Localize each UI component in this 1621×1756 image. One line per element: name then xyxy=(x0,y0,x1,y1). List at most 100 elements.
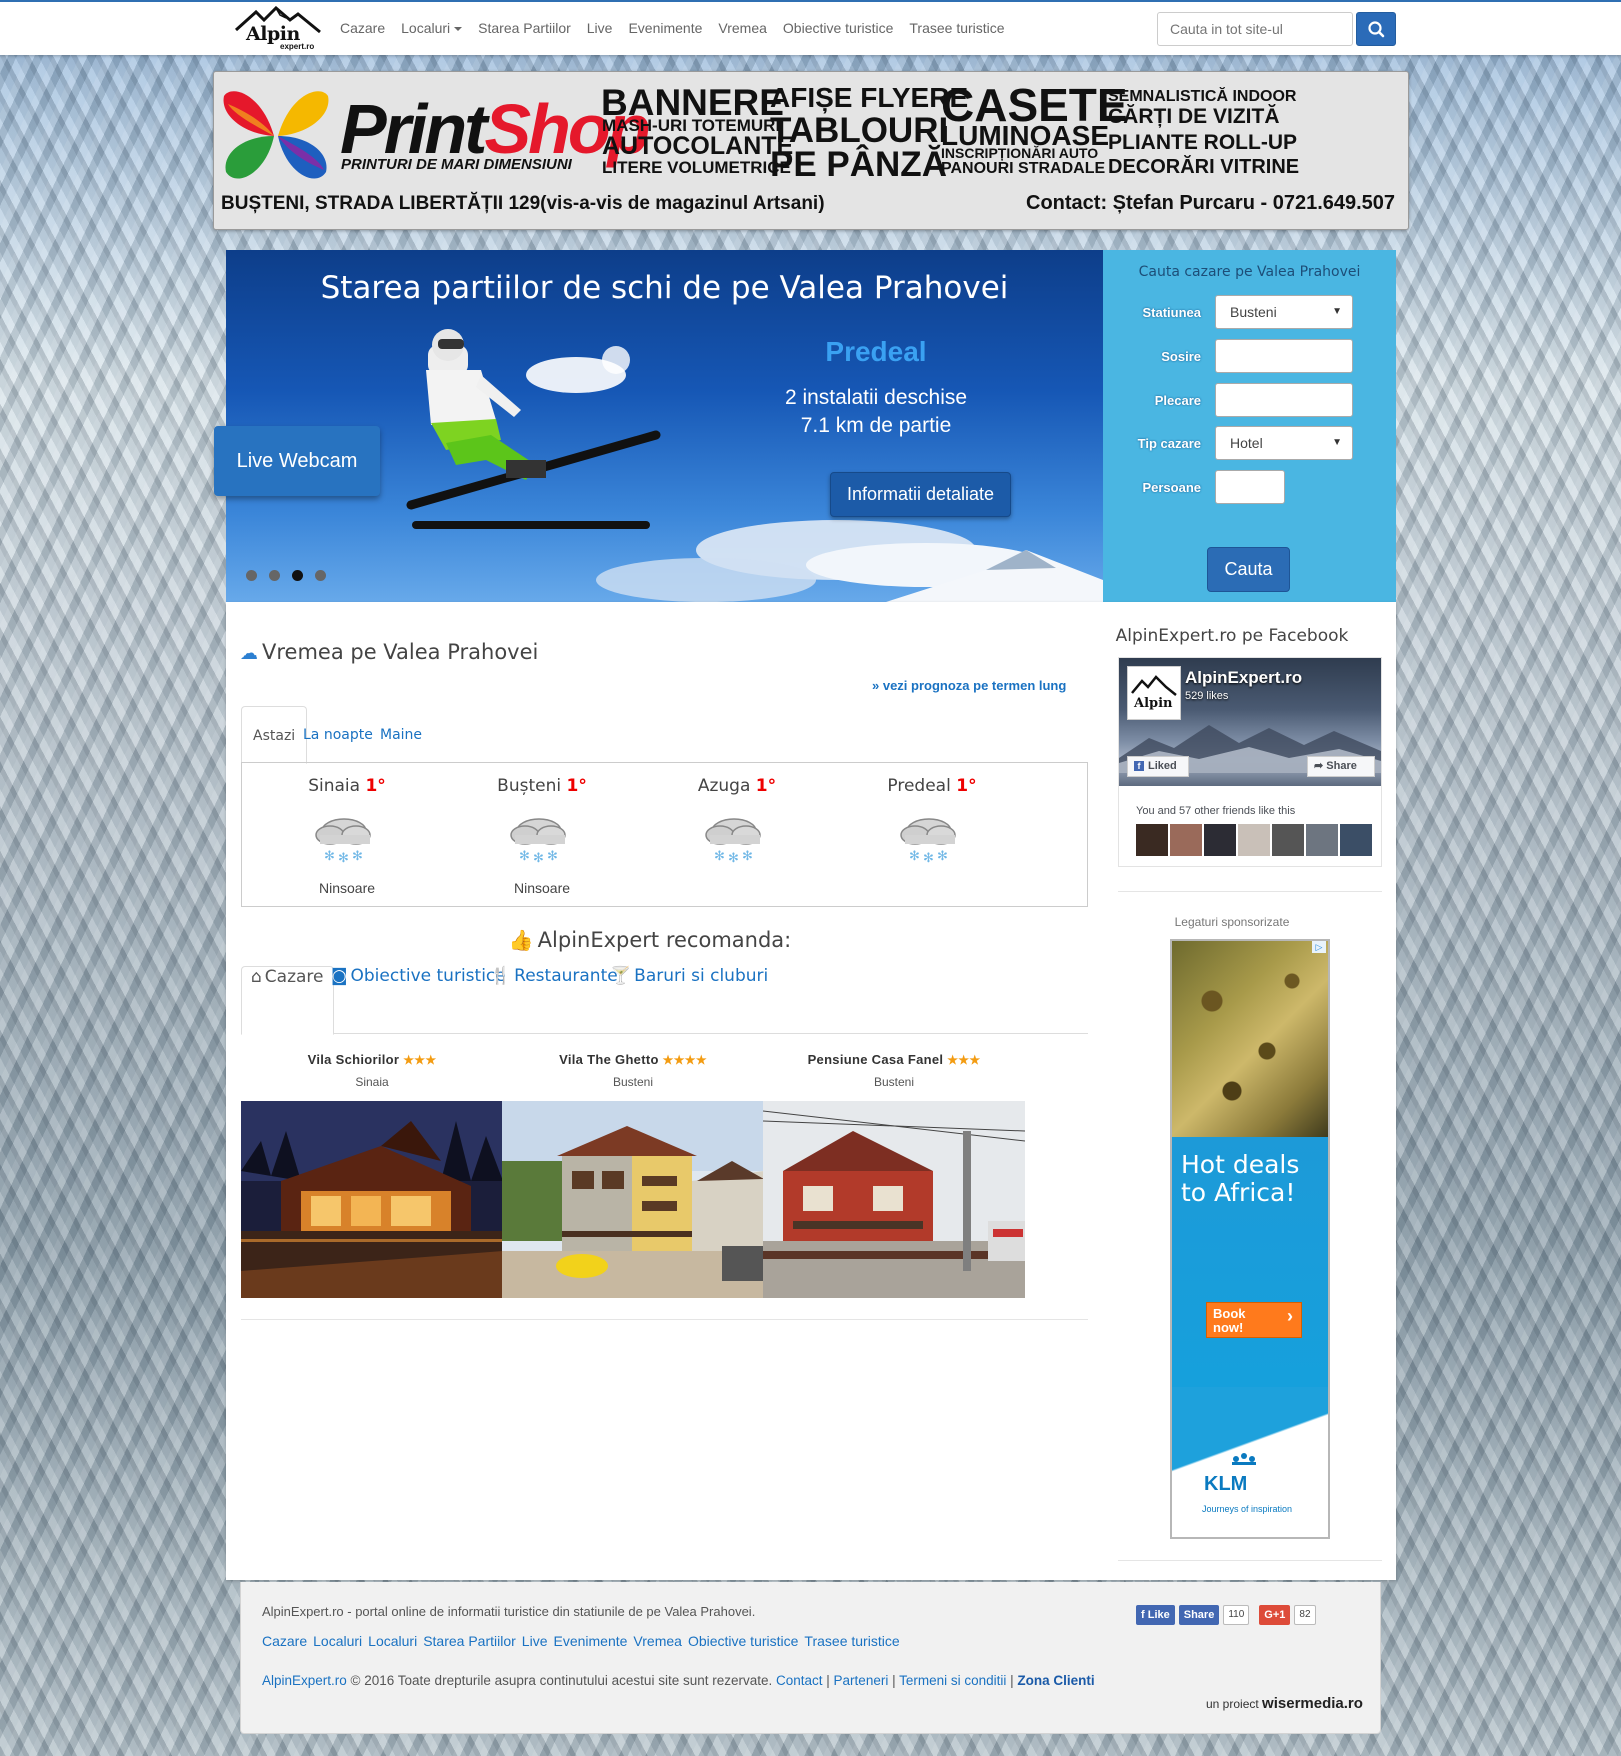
nav-obiective-turistice[interactable]: Obiective turistice xyxy=(783,20,893,36)
card-photo[interactable] xyxy=(241,1101,503,1298)
slider-dot-active[interactable] xyxy=(292,570,303,581)
tip-cazare-select[interactable]: Hotel ▼ xyxy=(1215,426,1353,460)
statiunea-select[interactable]: Busteni ▼ xyxy=(1215,295,1353,329)
service-decorari: DECORĂRI VITRINE xyxy=(1108,156,1300,178)
klm-ad[interactable]: Hot deals to Africa! Book now! › KLM Jour… xyxy=(1170,939,1330,1539)
google-plus-button[interactable]: G+1 xyxy=(1259,1605,1291,1625)
slider-dot[interactable] xyxy=(315,570,326,581)
fb-like-label: Like xyxy=(1147,1609,1170,1621)
book-now-button[interactable]: Book now! › xyxy=(1206,1302,1302,1338)
friend-avatar[interactable] xyxy=(1136,824,1168,856)
accommodation-card[interactable]: Vila The Ghetto ★★★★ Busteni xyxy=(502,1052,764,1298)
facebook-like-button[interactable]: f Like xyxy=(1136,1605,1175,1625)
plecare-date-input[interactable] xyxy=(1215,383,1353,417)
persoane-input[interactable] xyxy=(1215,470,1285,504)
nav-vremea[interactable]: Vremea xyxy=(718,20,767,36)
service-autocolante: AUTOCOLANTE xyxy=(602,132,794,160)
card-name-text: Vila The Ghetto xyxy=(559,1052,659,1067)
footer-partners-link[interactable]: Parteneri xyxy=(834,1673,889,1688)
facebook-share-count: 110 xyxy=(1223,1605,1250,1625)
card-photo[interactable] xyxy=(763,1101,1025,1298)
footer-clients-link[interactable]: Zona Clienti xyxy=(1017,1673,1094,1688)
share-arrow-icon: ➦ xyxy=(1314,760,1327,772)
service-litere: LITERE VOLUMETRICE xyxy=(602,158,791,177)
footer-link-evenimente[interactable]: Evenimente xyxy=(553,1633,627,1649)
city-name: Azuga 1° xyxy=(632,776,842,796)
long-forecast-link[interactable]: » vezi prognoza pe termen lung xyxy=(872,678,1066,693)
recommend-tabs: ⌂ Cazare ◙ Obiective turistice 🍴 Restaurant… xyxy=(241,966,1088,1035)
footer-links: Cazare Localuri Localuri Starea Partiilo… xyxy=(262,1633,900,1649)
sosire-date-input[interactable] xyxy=(1215,339,1353,373)
facebook-share-button[interactable]: Share xyxy=(1178,1605,1220,1625)
weather-city: Sinaia 1° ✻ ✻ ✻ Ninsoare xyxy=(242,763,452,908)
ad-choices-icon[interactable]: ▷ xyxy=(1312,941,1326,953)
footer-terms-link[interactable]: Termeni si conditii xyxy=(899,1673,1006,1688)
booking-form: Cauta cazare pe Valea Prahovei Statiunea… xyxy=(1103,250,1396,602)
persoane-label: Persoane xyxy=(1142,480,1201,495)
footer-link-live[interactable]: Live xyxy=(522,1633,548,1649)
facebook-page-widget[interactable]: Alpin AlpinExpert.ro 529 likes f Liked ➦ … xyxy=(1118,657,1382,867)
nav-live[interactable]: Live xyxy=(587,20,613,36)
booking-title: Cauta cazare pe Valea Prahovei xyxy=(1138,264,1361,280)
google-plus-count: 82 xyxy=(1294,1605,1316,1625)
facebook-liked-button[interactable]: f Liked xyxy=(1127,756,1189,777)
pensiune-casa-fanel-photo xyxy=(763,1101,1025,1298)
friend-avatar[interactable] xyxy=(1170,824,1202,856)
card-photo[interactable] xyxy=(502,1101,764,1298)
card-location: Busteni xyxy=(612,1075,654,1089)
friend-avatar[interactable] xyxy=(1238,824,1270,856)
tab-cazare-label: Cazare xyxy=(264,967,324,987)
footer-link-localuri-2[interactable]: Localuri xyxy=(368,1633,417,1649)
tab-maine[interactable]: Maine xyxy=(369,706,433,764)
footer-link-obiective-turistice[interactable]: Obiective turistice xyxy=(688,1633,798,1649)
service-panouri: PANOURI STRADALE xyxy=(941,160,1106,177)
city-name-text: Azuga xyxy=(697,776,751,796)
friend-avatar[interactable] xyxy=(1340,824,1372,856)
footer-link-starea-partiilor[interactable]: Starea Partiilor xyxy=(423,1633,516,1649)
friend-avatar[interactable] xyxy=(1306,824,1338,856)
service-tablouri: TABLOURI xyxy=(770,111,949,150)
vila-the-ghetto-photo xyxy=(502,1101,764,1298)
site-logo[interactable]: Alpin expert.ro xyxy=(234,6,322,52)
footer-link-localuri[interactable]: Localuri xyxy=(313,1633,362,1649)
nav-evenimente[interactable]: Evenimente xyxy=(628,20,702,36)
card-stars: ★★★ xyxy=(947,1053,981,1067)
city-condition: Ninsoare xyxy=(318,880,376,896)
footer-link-vremea[interactable]: Vremea xyxy=(633,1633,682,1649)
accommodation-card[interactable]: Pensiune Casa Fanel ★★★ Busteni xyxy=(763,1052,1025,1298)
tip-cazare-label: Tip cazare xyxy=(1137,436,1201,451)
site-search-input[interactable] xyxy=(1157,12,1353,46)
nav-cazare[interactable]: Cazare xyxy=(340,20,385,36)
accommodation-card[interactable]: Vila Schiorilor ★★★ Sinaia xyxy=(241,1052,503,1298)
cloud-icon: ☁ xyxy=(240,643,258,664)
tab-cazare[interactable]: ⌂ Cazare xyxy=(241,966,334,1035)
facebook-page-avatar[interactable]: Alpin xyxy=(1127,666,1181,720)
city-condition: Ninsoare xyxy=(513,880,571,896)
live-webcam-button[interactable]: Live Webcam xyxy=(214,426,380,496)
slider-dot[interactable] xyxy=(269,570,280,581)
nav-localuri[interactable]: Localuri xyxy=(401,20,463,36)
city-name-text: Sinaia xyxy=(308,776,361,796)
wisermedia-link[interactable]: wisermedia.ro xyxy=(1262,1695,1363,1712)
footer-link-trasee-turistice[interactable]: Trasee turistice xyxy=(804,1633,899,1649)
footer-site-link[interactable]: AlpinExpert.ro xyxy=(262,1673,347,1688)
facebook-widget-title: AlpinExpert.ro pe Facebook xyxy=(1115,626,1349,646)
facebook-share-button[interactable]: ➦ Share xyxy=(1307,756,1375,777)
nav-starea-partiilor[interactable]: Starea Partiilor xyxy=(478,20,571,36)
main-content: ☁ Vremea pe Valea Prahovei » vezi prognoz… xyxy=(226,602,1396,1580)
search-button[interactable] xyxy=(1356,12,1396,46)
friend-avatar[interactable] xyxy=(1272,824,1304,856)
footer-link-cazare[interactable]: Cazare xyxy=(262,1633,307,1649)
facebook-page-name[interactable]: AlpinExpert.ro xyxy=(1185,668,1302,688)
dropdown-arrow-icon: ▼ xyxy=(1332,306,1342,317)
nav-trasee-turistice[interactable]: Trasee turistice xyxy=(909,20,1004,36)
cauta-button[interactable]: Cauta xyxy=(1207,547,1290,592)
weather-heading: ☁ Vremea pe Valea Prahovei xyxy=(240,640,538,664)
slider-dot[interactable] xyxy=(246,570,257,581)
details-button[interactable]: Informatii detaliate xyxy=(830,472,1011,517)
printshop-ad-banner[interactable]: PrintShop PRINTURI DE MARI DIMENSIUNI BA… xyxy=(213,71,1409,230)
tab-baruri-cluburi[interactable]: 🍸 Baruri si cluburi xyxy=(601,966,777,1034)
footer-contact-link[interactable]: Contact xyxy=(776,1673,823,1688)
card-stars: ★★★ xyxy=(403,1053,437,1067)
friend-avatar[interactable] xyxy=(1204,824,1236,856)
